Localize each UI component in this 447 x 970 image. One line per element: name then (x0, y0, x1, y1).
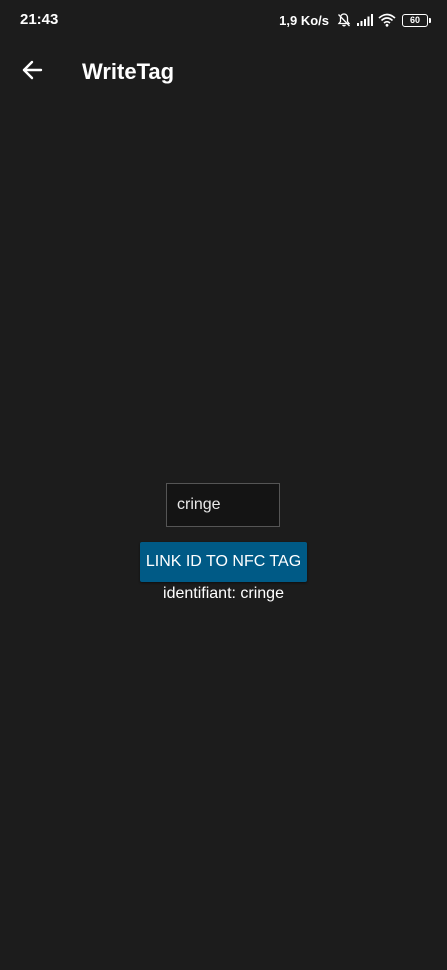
arrow-left-icon (21, 59, 43, 86)
battery-level: 60 (409, 14, 420, 25)
back-button[interactable] (14, 54, 50, 90)
app-bar: WriteTag (0, 40, 447, 104)
page-title: WriteTag (82, 59, 175, 84)
bell-muted-icon (336, 12, 352, 28)
status-time: 21:43 (20, 11, 59, 28)
status-icons: 1,9 Ko/s 60 (279, 10, 431, 30)
link-id-to-nfc-tag-button[interactable]: LINK ID TO NFC TAG (140, 542, 307, 582)
signal-icon (356, 13, 374, 27)
identifiant-label: identifiant: cringe (163, 585, 284, 602)
network-speed: 1,9 Ko/s (279, 12, 329, 28)
status-bar: 21:43 1,9 Ko/s 60 (0, 0, 447, 40)
screen: 21:43 1,9 Ko/s 60 WriteTag cringe LINK I… (0, 0, 447, 970)
battery-icon: 60 (402, 13, 431, 27)
wifi-icon (378, 13, 396, 27)
id-input[interactable] (166, 483, 280, 527)
